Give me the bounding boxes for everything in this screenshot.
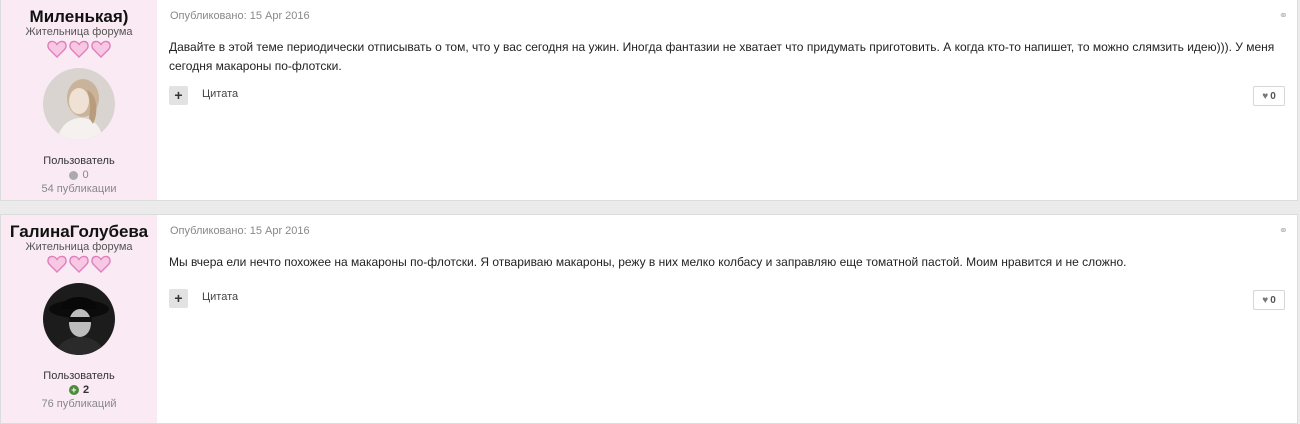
heart-icon xyxy=(47,40,67,58)
author-group: Пользователь xyxy=(43,370,115,382)
post-text: Давайте в этой теме периодически отписыв… xyxy=(169,40,1275,73)
publications-count[interactable]: 54 публикации xyxy=(1,182,157,196)
post-content: Опубликовано: 15 Apr 2016 ⚭ Мы вчера ели… xyxy=(169,215,1297,423)
rank-hearts xyxy=(1,40,157,60)
author-group: Пользователь xyxy=(43,155,115,167)
author-name[interactable]: Миленькая) xyxy=(1,8,157,26)
post-date: Опубликовано: 15 Apr 2016 xyxy=(170,10,310,22)
share-icon[interactable]: ⚭ xyxy=(1279,224,1288,237)
share-icon[interactable]: ⚭ xyxy=(1279,9,1288,22)
author-title: Жительница форума xyxy=(25,241,133,253)
like-button[interactable]: ♥ 0 xyxy=(1253,290,1285,310)
reputation: + 2 xyxy=(1,383,157,397)
forum-post: ГалинаГолубева Жительница форума Пользов… xyxy=(0,214,1298,424)
like-count: 0 xyxy=(1270,294,1276,306)
quote-button[interactable]: Цитата xyxy=(202,88,238,100)
heart-outline-icon: ♥ xyxy=(1262,90,1269,102)
avatar[interactable] xyxy=(43,68,115,140)
post-content: Опубликовано: 15 Apr 2016 ⚭ Давайте в эт… xyxy=(169,0,1297,200)
author-panel: Миленькая) Жительница форума Пользовател… xyxy=(1,0,157,200)
multiquote-button[interactable]: + xyxy=(169,289,188,308)
like-count: 0 xyxy=(1270,90,1276,102)
avatar[interactable] xyxy=(43,283,115,355)
reputation-value: 2 xyxy=(82,384,90,396)
heart-icon xyxy=(91,40,111,58)
heart-icon xyxy=(69,40,89,58)
heart-outline-icon: ♥ xyxy=(1262,294,1269,306)
reputation-value: 0 xyxy=(82,169,89,181)
author-panel: ГалинаГолубева Жительница форума Пользов… xyxy=(1,215,157,423)
rank-hearts xyxy=(1,255,157,275)
forum-post: Миленькая) Жительница форума Пользовател… xyxy=(0,0,1298,201)
publications-count[interactable]: 76 публикаций xyxy=(1,397,157,411)
author-title: Жительница форума xyxy=(25,26,133,38)
heart-icon xyxy=(47,255,67,273)
reputation: 0 xyxy=(1,168,157,182)
heart-icon xyxy=(91,255,111,273)
post-text: Мы вчера ели нечто похожее на макароны п… xyxy=(169,255,1127,269)
post-date: Опубликовано: 15 Apr 2016 xyxy=(170,225,310,237)
neutral-dot-icon xyxy=(69,170,79,180)
author-name[interactable]: ГалинаГолубева xyxy=(1,223,157,241)
like-button[interactable]: ♥ 0 xyxy=(1253,86,1285,106)
multiquote-button[interactable]: + xyxy=(169,86,188,105)
heart-icon xyxy=(69,255,89,273)
quote-button[interactable]: Цитата xyxy=(202,291,238,303)
plus-circle-icon: + xyxy=(68,385,79,395)
